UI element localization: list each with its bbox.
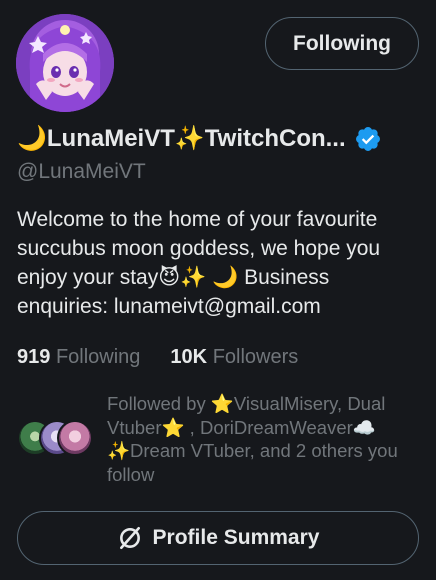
profile-bio: Welcome to the home of your favourite su… <box>17 208 381 318</box>
followed-by-text: Followed by ⭐VisualMisery, Dual Vtuber⭐ … <box>107 393 398 485</box>
following-stat[interactable]: 919 Following <box>17 346 140 369</box>
followers-stat[interactable]: 10K Followers <box>170 346 298 369</box>
avatar-illustration <box>16 14 114 112</box>
grok-icon <box>119 526 140 550</box>
following-stat-label: Following <box>55 346 141 368</box>
profile-handle: @LunaMeiVT <box>17 160 146 183</box>
mutual-avatars <box>17 420 93 456</box>
name-row: 🌙LunaMeiVT✨TwitchCon... <box>17 124 422 153</box>
profile-card: Following 🌙LunaMeiVT✨TwitchCon... @LunaM… <box>0 0 436 580</box>
following-button[interactable]: Following <box>265 17 419 70</box>
followers-stat-label: Followers <box>212 346 299 368</box>
profile-stats: 919 Following 10K Followers <box>17 346 298 369</box>
verified-badge-icon[interactable] <box>354 125 382 153</box>
mutual-avatar <box>57 420 93 456</box>
profile-avatar[interactable] <box>16 14 114 112</box>
followers-count: 10K <box>170 346 208 368</box>
followed-by-section[interactable]: Followed by ⭐VisualMisery, Dual Vtuber⭐ … <box>17 392 422 488</box>
profile-summary-button[interactable]: Profile Summary <box>17 511 419 565</box>
profile-summary-label: Profile Summary <box>152 526 320 549</box>
display-name: 🌙LunaMeiVT✨TwitchCon... <box>17 125 346 152</box>
following-count: 919 <box>17 346 51 368</box>
